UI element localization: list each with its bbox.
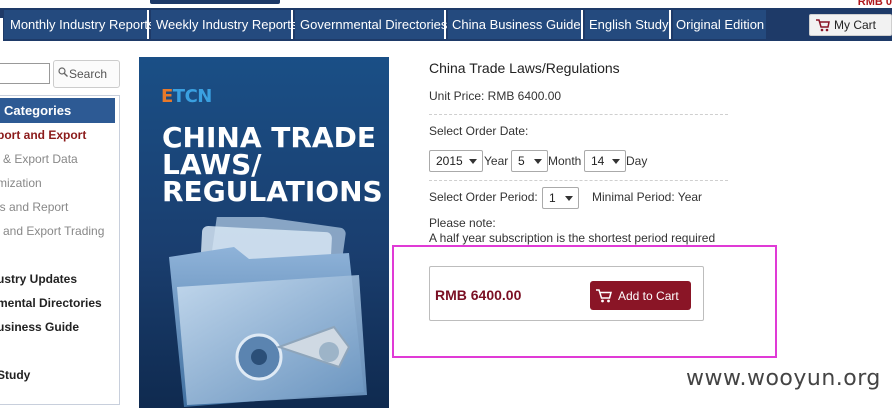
cover-title: CHINA TRADE LAWS/ REGULATIONS (162, 121, 383, 208)
product-title: China Trade Laws/Regulations (429, 60, 620, 76)
sidebar-item-industry-updates[interactable]: ustry Updates (0, 272, 77, 286)
year-label: Year (484, 154, 509, 168)
day-select[interactable]: 14 (584, 150, 626, 172)
add-to-cart-panel: RMB 6400.00 Add to Cart (429, 266, 704, 321)
nav-original-edition[interactable]: Original Edition (673, 10, 766, 39)
period-select[interactable]: 1 (542, 187, 579, 209)
divider (429, 180, 728, 181)
add-to-cart-label: Add to Cart (618, 289, 679, 303)
year-value: 2015 (436, 154, 463, 168)
product-cover-image: ETCN CHINA TRADE LAWS/ REGULATIONS (139, 57, 389, 408)
chevron-down-icon (565, 196, 573, 201)
nav-china-business-guide[interactable]: China Business Guide (448, 10, 583, 39)
year-select[interactable]: 2015 (429, 150, 483, 172)
day-label: Day (626, 154, 648, 168)
sidebar-item-import-export[interactable]: port and Export (0, 128, 86, 142)
chevron-down-icon (534, 159, 542, 164)
unit-price: Unit Price: RMB 6400.00 (429, 89, 562, 103)
my-cart-label: My Cart (834, 18, 876, 32)
month-select[interactable]: 5 (511, 150, 548, 172)
total-price: RMB 6400.00 (435, 287, 522, 303)
chevron-down-icon (612, 159, 620, 164)
sidebar-item-governmental-directories[interactable]: mental Directories (0, 296, 102, 310)
nav-monthly-industry-reports[interactable]: Monthly Industry Reports (4, 10, 155, 39)
sidebar-item-business-guide[interactable]: usiness Guide (0, 320, 79, 334)
order-date-label: Select Order Date: (429, 124, 529, 138)
main-nav: Monthly Industry Reports Weekly Industry… (0, 8, 892, 47)
month-value: 5 (518, 154, 525, 168)
chevron-down-icon (469, 159, 477, 164)
day-value: 14 (591, 154, 605, 168)
categories-header: Categories (0, 98, 115, 123)
folder-lock-illustration (169, 217, 367, 407)
period-value: 1 (549, 191, 556, 205)
nav-english-study[interactable]: English Study (585, 10, 671, 39)
minimal-period-text: Minimal Period: Year (592, 190, 703, 204)
site-logo-fragment (150, 0, 280, 4)
my-cart-button[interactable]: My Cart (809, 14, 892, 36)
search-input[interactable] (0, 63, 50, 84)
search-button-label: Search (69, 67, 108, 81)
sidebar-item-export-trading[interactable]: and Export Trading (3, 224, 104, 238)
month-label: Month (548, 154, 582, 168)
order-period-label: Select Order Period: (429, 190, 538, 204)
etcn-logo: ETCN (161, 86, 212, 107)
sidebar-item-export-data[interactable]: & Export Data (3, 152, 78, 166)
sidebar-item-analysis-report[interactable]: is and Report (0, 200, 68, 214)
cart-icon (596, 289, 612, 303)
watermark-text: www.wooyun.org (686, 366, 881, 391)
sidebar-item-english-study[interactable]: Study (0, 368, 30, 382)
cart-total-text: RMB 0 (857, 0, 892, 8)
note-text: A half year subscription is the shortest… (429, 231, 716, 245)
search-icon (58, 67, 68, 77)
search-button[interactable]: Search (53, 60, 120, 88)
nav-governmental-directories[interactable]: Governmental Directories (295, 10, 447, 39)
top-strip (0, 0, 892, 8)
note-heading: Please note: (429, 216, 496, 230)
sidebar-item-customization[interactable]: mization (0, 176, 42, 190)
divider (429, 114, 728, 115)
add-to-cart-button[interactable]: Add to Cart (590, 281, 691, 310)
nav-weekly-industry-reports[interactable]: Weekly Industry Reports (151, 10, 297, 39)
categories-sidebar: Categories port and Export & Export Data… (0, 95, 120, 405)
nav-edge (0, 18, 3, 47)
cart-icon (816, 19, 830, 32)
